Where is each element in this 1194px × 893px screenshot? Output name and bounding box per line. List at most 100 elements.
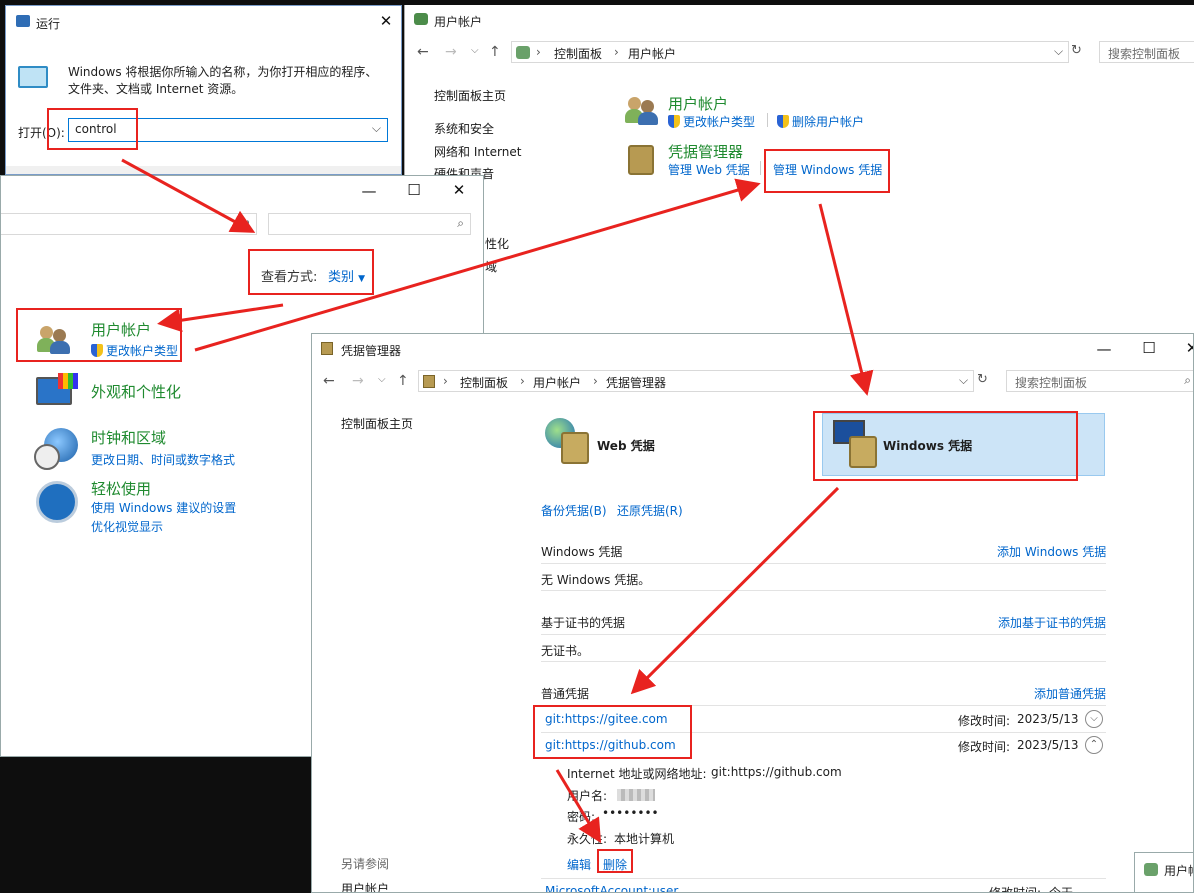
change-account-type-link[interactable]: 更改帐户类型 bbox=[668, 113, 755, 130]
add-windows-credential-link[interactable]: 添加 Windows 凭据 bbox=[997, 543, 1106, 560]
change-account-type-link[interactable]: 更改帐户类型 bbox=[91, 342, 178, 359]
globe-vault-icon bbox=[545, 418, 595, 468]
view-by-dropdown[interactable]: 类别 ▼ bbox=[328, 266, 365, 285]
sidebar-item-security[interactable]: 系统和安全 bbox=[434, 120, 494, 137]
breadcrumb-control-panel[interactable]: 控制面板 bbox=[460, 374, 508, 391]
caret-down-icon: ▼ bbox=[358, 274, 366, 284]
monitor-vault-icon bbox=[833, 420, 883, 470]
section-credential-manager-title[interactable]: 凭据管理器 bbox=[668, 141, 743, 162]
breadcrumb-sep-icon: › bbox=[520, 374, 525, 388]
recent-chevron-icon[interactable]: ⌵ bbox=[378, 374, 386, 385]
search-input[interactable]: ⌕ bbox=[268, 213, 471, 235]
chevron-down-icon[interactable]: ⌵ bbox=[959, 373, 968, 388]
backup-credentials-link[interactable]: 备份凭据(B) bbox=[541, 502, 607, 519]
minimize-button[interactable]: — bbox=[359, 182, 379, 200]
sidebar-item-network[interactable]: 网络和 Internet bbox=[434, 143, 521, 160]
sidebar-item-personalize[interactable]: 性化 bbox=[485, 235, 509, 252]
back-arrow-icon[interactable]: ← bbox=[323, 373, 335, 389]
up-arrow-icon[interactable]: ↑ bbox=[489, 44, 501, 60]
search-input[interactable]: 搜索控制面板 ⌕ bbox=[1006, 370, 1193, 392]
breadcrumb-credential-manager[interactable]: 凭据管理器 bbox=[606, 374, 666, 391]
sidebar-item-region[interactable]: 域 bbox=[485, 258, 497, 275]
section-certificate-credentials-title: 基于证书的凭据 bbox=[541, 616, 626, 630]
category-ease-of-access[interactable]: 轻松使用 bbox=[91, 478, 151, 499]
address-bar[interactable]: › 控制面板 › 用户帐户 › 凭据管理器 ⌵ bbox=[418, 370, 974, 392]
users-window-title: 用户帐户 bbox=[434, 15, 483, 29]
category-clock-region[interactable]: 时钟和区域 bbox=[91, 427, 166, 448]
sidebar-item-home[interactable]: 控制面板主页 bbox=[341, 415, 413, 432]
credential-entry-microsoft-account[interactable]: MicrosoftAccount:user bbox=[545, 884, 678, 892]
collapse-chevron-icon[interactable]: ⌃ bbox=[1085, 736, 1103, 754]
refresh-icon[interactable]: ↻ bbox=[1071, 43, 1087, 58]
add-certificate-credential-link[interactable]: 添加基于证书的凭据 bbox=[998, 614, 1106, 631]
windows-credentials-label: Windows 凭据 bbox=[883, 439, 973, 453]
credential-entry-gitee[interactable]: git:https://gitee.com bbox=[545, 712, 668, 726]
run-title: 运行 bbox=[36, 17, 61, 31]
taskbar-preview[interactable]: 用户帐 bbox=[1134, 852, 1194, 893]
entry-modified-label: 修改时间: bbox=[989, 886, 1042, 893]
maximize-button[interactable]: ☐ bbox=[1139, 339, 1159, 357]
manage-windows-credentials-link[interactable]: 管理 Windows 凭据 bbox=[773, 161, 882, 178]
refresh-icon[interactable]: ↻ bbox=[240, 216, 250, 230]
close-button[interactable]: ✕ bbox=[449, 181, 469, 199]
recent-chevron-icon[interactable]: ⌵ bbox=[471, 45, 479, 56]
delete-user-account-link[interactable]: 删除用户帐户 bbox=[777, 113, 864, 130]
run-icon bbox=[16, 15, 30, 27]
refresh-icon[interactable]: ↻ bbox=[977, 372, 988, 387]
manage-web-credentials-link[interactable]: 管理 Web 凭据 bbox=[668, 161, 750, 178]
close-button[interactable]: ✕ bbox=[1182, 339, 1193, 357]
windows-credentials-tile[interactable]: Windows 凭据 bbox=[822, 413, 1105, 476]
change-date-time-link[interactable]: 更改日期、时间或数字格式 bbox=[91, 451, 235, 468]
breadcrumb-user-accounts[interactable]: 用户帐户 bbox=[628, 45, 676, 62]
address-bar[interactable]: ↻ bbox=[1, 213, 257, 235]
ease-of-access-icon bbox=[36, 481, 78, 523]
use-recommended-settings-link[interactable]: 使用 Windows 建议的设置 bbox=[91, 499, 236, 516]
restore-credentials-link[interactable]: 还原凭据(R) bbox=[617, 502, 683, 519]
minimize-button[interactable]: — bbox=[1094, 340, 1114, 358]
appearance-icon bbox=[36, 373, 78, 411]
forward-arrow-icon[interactable]: → bbox=[352, 373, 364, 389]
delete-credential-link[interactable]: 删除 bbox=[603, 856, 627, 873]
optimize-visual-display-link[interactable]: 优化视觉显示 bbox=[91, 518, 163, 535]
expand-chevron-icon[interactable]: ⌵ bbox=[1085, 710, 1103, 728]
entry-modified-label: 修改时间: bbox=[958, 714, 1011, 728]
up-arrow-icon[interactable]: ↑ bbox=[397, 373, 409, 389]
taskbar-preview-title: 用户帐 bbox=[1164, 864, 1193, 878]
breadcrumb-sep-icon: › bbox=[536, 45, 541, 59]
edit-credential-link[interactable]: 编辑 bbox=[567, 856, 591, 873]
divider bbox=[541, 661, 1106, 662]
search-icon: ⌕ bbox=[457, 216, 464, 230]
close-button[interactable]: ✕ bbox=[376, 12, 396, 30]
users-icon bbox=[1144, 863, 1158, 876]
maximize-button[interactable]: ☐ bbox=[404, 181, 424, 199]
divider bbox=[760, 161, 761, 175]
divider bbox=[541, 634, 1106, 635]
web-credentials-tile[interactable]: Web 凭据 bbox=[541, 414, 801, 476]
clock-globe-icon bbox=[34, 428, 78, 472]
users-window-icon bbox=[414, 13, 428, 25]
no-windows-credentials-text: 无 Windows 凭据。 bbox=[541, 573, 651, 587]
credential-entry-github[interactable]: git:https://github.com bbox=[545, 738, 676, 752]
chevron-down-icon[interactable]: ⌵ bbox=[1054, 44, 1063, 59]
open-input[interactable]: control ⌵ bbox=[68, 118, 388, 142]
category-appearance[interactable]: 外观和个性化 bbox=[91, 381, 181, 402]
chevron-down-icon[interactable]: ⌵ bbox=[372, 121, 381, 136]
entry-modified-date: 2023/5/13 bbox=[1017, 738, 1079, 752]
forward-arrow-icon[interactable]: → bbox=[445, 44, 457, 60]
back-arrow-icon[interactable]: ← bbox=[417, 44, 429, 60]
section-user-accounts-title[interactable]: 用户帐户 bbox=[668, 93, 728, 114]
detail-password-label: 密码: bbox=[567, 810, 596, 824]
address-bar[interactable]: › 控制面板 › 用户帐户 ⌵ bbox=[511, 41, 1069, 63]
see-also-user-accounts-link[interactable]: 用户帐户 bbox=[341, 880, 389, 892]
divider bbox=[767, 113, 768, 127]
sidebar-item-home[interactable]: 控制面板主页 bbox=[434, 87, 506, 104]
run-footer bbox=[6, 166, 401, 174]
users-icon bbox=[516, 46, 530, 59]
breadcrumb-user-accounts[interactable]: 用户帐户 bbox=[533, 374, 581, 391]
add-generic-credential-link[interactable]: 添加普通凭据 bbox=[1034, 685, 1106, 702]
detail-address-label: Internet 地址或网络地址: bbox=[567, 767, 707, 781]
category-user-accounts[interactable]: 用户帐户 bbox=[91, 319, 151, 340]
search-input[interactable]: 搜索控制面板 bbox=[1099, 41, 1194, 63]
credential-manager-icon bbox=[628, 145, 654, 175]
breadcrumb-control-panel[interactable]: 控制面板 bbox=[554, 45, 602, 62]
